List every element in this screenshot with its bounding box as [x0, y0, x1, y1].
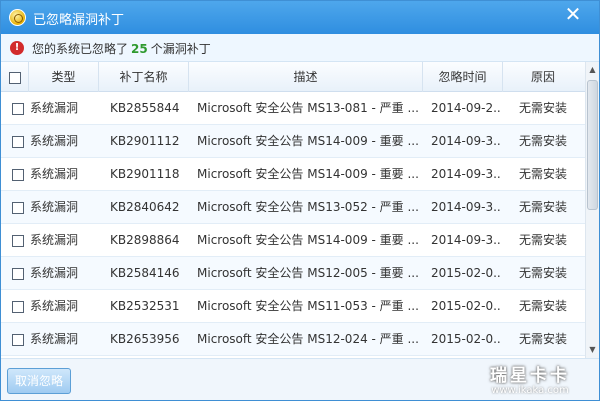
header-select-all[interactable]	[1, 62, 29, 92]
cell-type: 系统漏洞	[30, 134, 79, 148]
cell-description: Microsoft 安全公告 MS14-009 - 重要 ...	[197, 233, 419, 247]
cell-kb: KB2840642	[110, 200, 180, 214]
cell-type: 系统漏洞	[30, 233, 79, 247]
table-row[interactable]: 系统漏洞 KB2840642 Microsoft 安全公告 MS13-052 -…	[1, 191, 585, 224]
scroll-up-arrow-icon[interactable]: ▲	[586, 62, 599, 78]
cell-kb: KB2901118	[110, 167, 180, 181]
window-title: 已忽略漏洞补丁	[33, 13, 125, 28]
cell-description: Microsoft 安全公告 MS14-009 - 重要 ...	[197, 167, 419, 181]
cell-date: 2014-09-3...	[431, 233, 501, 247]
table-row[interactable]: 系统漏洞 KB2901112 Microsoft 安全公告 MS14-009 -…	[1, 125, 585, 158]
cell-date: 2014-09-3...	[431, 200, 501, 214]
cell-date: 2014-09-2...	[431, 101, 501, 115]
header-kb[interactable]: 补丁名称	[99, 62, 189, 92]
title-bar[interactable]: 已忽略漏洞补丁 ✕	[1, 1, 599, 34]
info-prefix: 您的系统已忽略了	[32, 42, 129, 56]
header-reason[interactable]: 原因	[503, 62, 583, 92]
table-row[interactable]: 系统漏洞 KB2653956 Microsoft 安全公告 MS12-024 -…	[1, 323, 585, 356]
cell-date: 2015-02-0...	[431, 299, 501, 313]
cell-kb: KB2653956	[110, 332, 180, 346]
patch-table: 类型 补丁名称 描述 忽略时间 原因 系统漏洞 KB2855844 Micros…	[1, 62, 585, 358]
info-suffix: 个漏洞补丁	[150, 42, 211, 56]
cell-description: Microsoft 安全公告 MS12-024 - 严重 ...	[197, 332, 419, 346]
table-header: 类型 补丁名称 描述 忽略时间 原因	[1, 62, 585, 92]
cell-kb: KB2901112	[110, 134, 180, 148]
close-button[interactable]: ✕	[555, 3, 591, 27]
cell-reason: 无需安装	[519, 134, 568, 148]
cell-reason: 无需安装	[519, 266, 568, 280]
cell-date: 2015-02-0...	[431, 266, 501, 280]
row-checkbox[interactable]	[12, 102, 24, 115]
table-row[interactable]: 系统漏洞 KB2855844 Microsoft 安全公告 MS13-081 -…	[1, 92, 585, 125]
cell-type: 系统漏洞	[30, 266, 79, 280]
cell-kb: KB2898864	[110, 233, 180, 247]
row-checkbox[interactable]	[12, 234, 24, 247]
table-row[interactable]: 系统漏洞 KB2532531 Microsoft 安全公告 MS11-053 -…	[1, 290, 585, 323]
cancel-ignore-button[interactable]: 取消忽略	[7, 368, 71, 394]
row-checkbox[interactable]	[12, 168, 24, 181]
cell-kb: KB2532531	[110, 299, 180, 313]
cell-reason: 无需安装	[519, 167, 568, 181]
row-checkbox[interactable]	[12, 201, 24, 214]
row-checkbox[interactable]	[12, 267, 24, 280]
watermark-url: www.ikaka.com	[491, 385, 569, 396]
cell-reason: 无需安装	[519, 233, 568, 247]
table-row[interactable]: 系统漏洞 KB2584146 Microsoft 安全公告 MS12-005 -…	[1, 257, 585, 290]
table-row[interactable]: 系统漏洞 KB2901118 Microsoft 安全公告 MS14-009 -…	[1, 158, 585, 191]
warning-icon: !	[10, 41, 24, 55]
cell-type: 系统漏洞	[30, 299, 79, 313]
cell-type: 系统漏洞	[30, 332, 79, 346]
cell-description: Microsoft 安全公告 MS12-005 - 重要 ...	[197, 266, 419, 280]
footer-bar: 取消忽略 瑞星卡卡 www.ikaka.com	[1, 358, 599, 400]
row-checkbox[interactable]	[12, 135, 24, 148]
cell-date: 2014-09-3...	[431, 167, 501, 181]
cell-kb: KB2584146	[110, 266, 180, 280]
cell-date: 2014-09-3...	[431, 134, 501, 148]
info-bar: ! 您的系统已忽略了 25 个漏洞补丁	[1, 34, 599, 62]
table-body: 系统漏洞 KB2855844 Microsoft 安全公告 MS13-081 -…	[1, 92, 585, 356]
header-type[interactable]: 类型	[29, 62, 99, 92]
cell-kb: KB2855844	[110, 101, 180, 115]
scroll-down-arrow-icon[interactable]: ▼	[586, 342, 599, 358]
cell-type: 系统漏洞	[30, 101, 79, 115]
vertical-scrollbar[interactable]: ▲ ▼	[585, 62, 599, 358]
header-date[interactable]: 忽略时间	[423, 62, 503, 92]
header-description[interactable]: 描述	[189, 62, 423, 92]
row-checkbox[interactable]	[12, 333, 24, 346]
ignored-count: 25	[131, 42, 148, 56]
info-message: 您的系统已忽略了 25 个漏洞补丁	[32, 40, 211, 57]
app-shield-icon	[9, 9, 26, 26]
select-all-checkbox[interactable]	[8, 71, 21, 84]
ignored-patches-dialog: 已忽略漏洞补丁 ✕ ! 您的系统已忽略了 25 个漏洞补丁 类型 补丁名称 描述 忽…	[0, 0, 600, 401]
cell-type: 系统漏洞	[30, 167, 79, 181]
cell-reason: 无需安装	[519, 101, 568, 115]
cell-reason: 无需安装	[519, 299, 568, 313]
cell-type: 系统漏洞	[30, 200, 79, 214]
cell-description: Microsoft 安全公告 MS13-052 - 严重 ...	[197, 200, 419, 214]
cell-reason: 无需安装	[519, 200, 568, 214]
cell-reason: 无需安装	[519, 332, 568, 346]
table-row[interactable]: 系统漏洞 KB2898864 Microsoft 安全公告 MS14-009 -…	[1, 224, 585, 257]
scroll-thumb[interactable]	[587, 80, 598, 210]
cell-description: Microsoft 安全公告 MS13-081 - 严重 ...	[197, 101, 419, 115]
watermark-title: 瑞星卡卡	[490, 366, 570, 386]
cell-description: Microsoft 安全公告 MS14-009 - 重要 ...	[197, 134, 419, 148]
row-checkbox[interactable]	[12, 300, 24, 313]
cell-date: 2015-02-0...	[431, 332, 501, 346]
cell-description: Microsoft 安全公告 MS11-053 - 严重 ...	[197, 299, 419, 313]
watermark-logo: 瑞星卡卡 www.ikaka.com	[471, 361, 589, 399]
